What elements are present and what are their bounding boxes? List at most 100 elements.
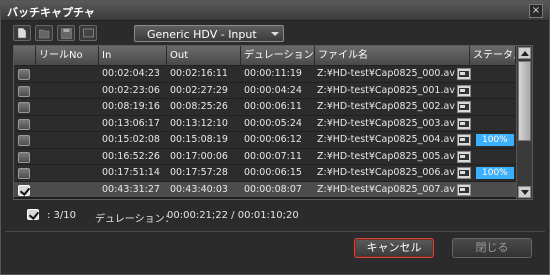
in-cell: 00:13:06:17 [102,117,160,129]
out-cell: 00:13:12:10 [170,117,228,129]
table-row[interactable]: 00:02:04:23 00:02:16:11 00:00:11:19 Z:¥H… [14,66,516,83]
duration-cell: 00:00:11:19 [244,68,302,79]
close-icon[interactable]: × [529,4,543,18]
header-duration[interactable]: デュレーション [241,46,315,66]
total-duration-value: 00:00:21;22 / 00:01:10;20 [167,210,299,221]
duration-cell: 00:00:06:11 [244,101,302,112]
table-row[interactable]: 00:17:51:14 00:17:57:28 00:00:06:15 Z:¥H… [14,165,516,182]
browse-folder-button[interactable] [457,134,471,146]
row-checkbox[interactable] [18,102,30,113]
filename-cell: Z:¥HD-test¥Cap0825_005.avi [317,150,455,162]
filename-cell: Z:¥HD-test¥Cap0825_003.avi [317,117,455,129]
browse-icon [459,87,469,94]
duration-cell: 00:00:04:24 [244,84,302,96]
browse-icon [459,153,469,160]
row-checkbox[interactable] [18,135,30,146]
out-cell: 00:08:25:26 [170,101,228,112]
capture-list-table: リールNo In Out デュレーション ファイル名 ステータス 00:02:0… [13,45,533,200]
scroll-thumb[interactable] [518,61,531,141]
filename-cell: Z:¥HD-test¥Cap0825_006.avi [317,167,455,178]
new-list-button[interactable] [13,25,31,41]
table-row[interactable]: 00:16:52:26 00:17:00:06 00:00:07:11 Z:¥H… [14,148,516,165]
out-cell: 00:17:57:28 [170,167,228,178]
window-icon [83,28,94,38]
divider [5,231,545,232]
browse-folder-button[interactable] [457,117,471,130]
browse-folder-button[interactable] [457,150,471,163]
table-row[interactable]: 00:13:06:17 00:13:12:10 00:00:05:24 Z:¥H… [14,115,516,132]
browse-icon [459,120,469,127]
in-cell: 00:43:31:27 [102,183,160,195]
browse-icon [459,186,469,193]
row-checkbox[interactable] [18,118,30,130]
input-profile-select[interactable]: Generic HDV - Input [134,25,284,42]
in-cell: 00:15:02:08 [102,134,160,145]
scroll-down-icon[interactable] [518,186,531,198]
filename-cell: Z:¥HD-test¥Cap0825_001.avi [317,84,455,96]
new-file-icon [17,28,27,39]
filename-cell: Z:¥HD-test¥Cap0825_004.avi [317,134,455,145]
table-row[interactable]: 00:08:19:16 00:08:25:26 00:00:06:11 Z:¥H… [14,99,516,116]
duration-cell: 00:00:08:07 [244,183,302,195]
duration-cell: 00:00:07:11 [244,150,302,162]
duration-cell: 00:00:06:12 [244,134,302,145]
browse-icon [459,170,469,176]
header-out[interactable]: Out [167,46,241,66]
table-row[interactable]: 00:15:02:08 00:15:08:19 00:00:06:12 Z:¥H… [14,132,516,149]
total-duration-label: デュレーション： [95,214,175,225]
browse-icon [459,137,469,143]
batch-capture-window: バッチキャプチャ × Generic HDV - Input リールNo In … [0,0,550,275]
scroll-up-icon[interactable] [518,47,531,59]
browse-icon [459,71,469,77]
toolbar: Generic HDV - Input [9,25,549,43]
vertical-scrollbar[interactable] [516,46,532,199]
status-progress: 100% [476,134,514,146]
header-reel[interactable]: リールNo [36,46,99,66]
row-checkbox[interactable] [18,85,30,97]
header-filename[interactable]: ファイル名 [315,46,470,66]
save-icon [61,28,72,39]
row-checkbox[interactable] [18,69,30,80]
header-status[interactable]: ステータス [470,46,516,66]
in-cell: 00:16:52:26 [102,150,160,162]
cancel-button[interactable]: キャンセル [354,238,434,258]
save-list-button[interactable] [57,25,75,41]
row-checkbox[interactable] [18,168,30,179]
select-all-checkbox[interactable] [27,209,39,220]
row-checkbox[interactable] [18,184,30,196]
out-cell: 00:15:08:19 [170,134,228,145]
folder-icon [39,29,50,39]
filename-cell: Z:¥HD-test¥Cap0825_002.avi [317,101,455,112]
browse-folder-button[interactable] [457,84,471,97]
in-cell: 00:17:51:14 [102,167,160,178]
browse-folder-button[interactable] [457,68,471,80]
in-cell: 00:02:04:23 [102,68,160,79]
browse-icon [459,104,469,110]
input-profile-value: Generic HDV - Input [147,28,257,41]
out-cell: 00:02:27:29 [170,84,228,96]
duration-cell: 00:00:05:24 [244,117,302,129]
browse-folder-button[interactable] [457,101,471,113]
window-title: バッチキャプチャ [7,6,95,19]
close-button[interactable]: 閉じる [452,238,532,258]
row-checkbox[interactable] [18,151,30,163]
selection-summary: : 3/10 デュレーション： 00:00:21;22 / 00:01:10;2… [27,209,427,225]
table-body: 00:02:04:23 00:02:16:11 00:00:11:19 Z:¥H… [14,66,516,199]
display-settings-button[interactable] [79,25,97,41]
table-row[interactable]: 00:43:31:27 00:43:40:03 00:00:08:07 Z:¥H… [14,181,516,198]
status-progress: 100% [476,167,514,179]
in-cell: 00:08:19:16 [102,101,160,112]
out-cell: 00:17:00:06 [170,150,228,162]
table-row[interactable]: 00:02:23:06 00:02:27:29 00:00:04:24 Z:¥H… [14,82,516,99]
browse-folder-button[interactable] [457,167,471,179]
header-in[interactable]: In [99,46,167,66]
header-check[interactable] [14,46,36,66]
filename-cell: Z:¥HD-test¥Cap0825_007.avi [317,183,455,195]
duration-cell: 00:00:06:15 [244,167,302,178]
filename-cell: Z:¥HD-test¥Cap0825_000.avi [317,68,455,79]
browse-folder-button[interactable] [457,183,471,196]
open-list-button[interactable] [35,25,53,41]
out-cell: 00:43:40:03 [170,183,228,195]
in-cell: 00:02:23:06 [102,84,160,96]
title-bar: バッチキャプチャ × [1,1,549,21]
